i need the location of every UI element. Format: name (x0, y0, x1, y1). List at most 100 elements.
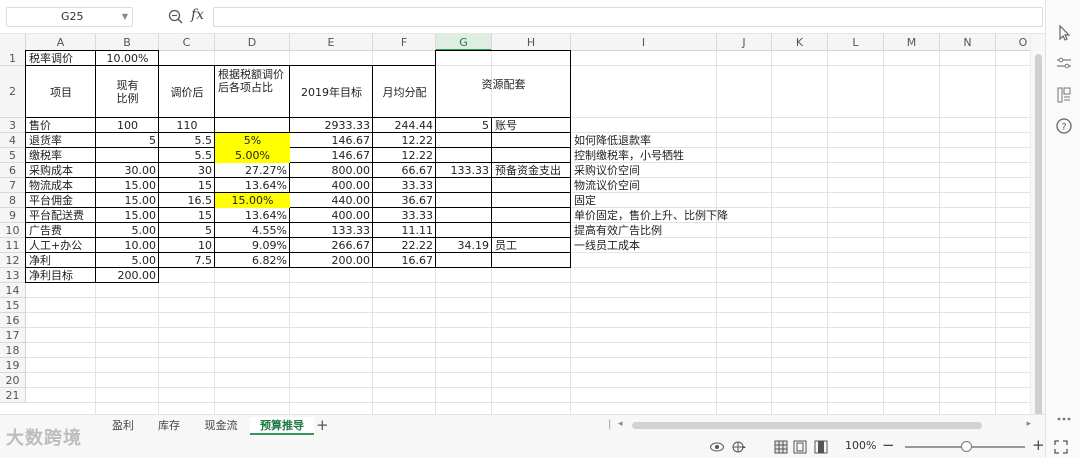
row-header-6[interactable]: 6 (0, 163, 26, 178)
name-box[interactable]: G25 ▼ (6, 7, 133, 27)
row-header-10[interactable]: 10 (0, 223, 26, 238)
fx-icon[interactable]: fx (191, 7, 204, 23)
formula-input[interactable] (213, 7, 1043, 27)
cell-f11[interactable]: 22.22 (373, 238, 436, 253)
cell-d7[interactable]: 13.64% (215, 178, 290, 193)
page-layout-icon[interactable] (792, 439, 808, 455)
scroll-left-arrow-icon[interactable]: ◂ (618, 419, 623, 429)
cell-e7[interactable]: 400.00 (290, 178, 373, 193)
chevron-down-icon[interactable]: ▼ (122, 8, 128, 26)
scroll-right-arrow-icon[interactable]: ▸ (1026, 419, 1031, 429)
column-header-g[interactable]: G (436, 34, 492, 51)
page-break-icon[interactable] (813, 439, 829, 455)
cell-e6[interactable]: 800.00 (290, 163, 373, 178)
zoom-level[interactable]: 100% (845, 439, 876, 452)
cell-a10[interactable]: 广告费 (26, 223, 96, 238)
cell-e4[interactable]: 146.67 (290, 133, 373, 148)
row-header-11[interactable]: 11 (0, 238, 26, 253)
row-header-13[interactable]: 13 (0, 268, 26, 283)
cell-e8[interactable]: 440.00 (290, 193, 373, 208)
layout-center-icon[interactable] (731, 439, 747, 455)
format-icon[interactable] (1055, 86, 1073, 104)
properties-icon[interactable] (1055, 54, 1073, 72)
cell-c12[interactable]: 7.5 (159, 253, 215, 268)
cell-e11[interactable]: 266.67 (290, 238, 373, 253)
row-header-8[interactable]: 8 (0, 193, 26, 208)
zoom-in-icon[interactable]: + (1032, 436, 1045, 454)
cell-e12[interactable]: 200.00 (290, 253, 373, 268)
cell-h11[interactable]: 员工 (492, 238, 571, 253)
tab-budget[interactable]: 预算推导 (250, 417, 314, 435)
cell-g11[interactable]: 34.19 (436, 238, 492, 253)
cell-f5[interactable]: 12.22 (373, 148, 436, 163)
cell-f7[interactable]: 33.33 (373, 178, 436, 193)
column-header-m[interactable]: M (884, 34, 940, 51)
cell-i11[interactable]: 一线员工成本 (571, 238, 717, 253)
cell-f4[interactable]: 12.22 (373, 133, 436, 148)
cell-d8[interactable]: 15.00% (215, 193, 290, 208)
column-header-i[interactable]: I (571, 34, 717, 51)
cell-a6[interactable]: 采购成本 (26, 163, 96, 178)
cell-c2[interactable]: 调价后 (159, 66, 215, 118)
row-header-14[interactable]: 14 (0, 283, 26, 298)
vertical-scroll-thumb[interactable] (1035, 54, 1042, 424)
cell-a5[interactable]: 缴税率 (26, 148, 96, 163)
column-header-d[interactable]: D (215, 34, 290, 51)
cell-b6[interactable]: 30.00 (96, 163, 159, 178)
cell-c3[interactable]: 110 (159, 118, 215, 133)
cell-d6[interactable]: 27.27% (215, 163, 290, 178)
cell-i9[interactable]: 单价固定，售价上升、比例下降 (571, 208, 728, 223)
row-header-16[interactable]: 16 (0, 313, 26, 328)
row-header-7[interactable]: 7 (0, 178, 26, 193)
row-header-20[interactable]: 20 (0, 373, 26, 388)
cell-d5[interactable]: 5.00% (215, 148, 290, 163)
horizontal-scroll-thumb[interactable] (632, 422, 982, 429)
select-all-corner[interactable] (0, 34, 26, 51)
cell-a13[interactable]: 净利目标 (26, 268, 96, 283)
cell-f2[interactable]: 月均分配 (373, 66, 436, 118)
cell-g6[interactable]: 133.33 (436, 163, 492, 178)
column-header-e[interactable]: E (290, 34, 373, 51)
cell-h3[interactable]: 账号 (492, 118, 571, 133)
scroll-left-icon[interactable]: | (608, 419, 611, 430)
cell-e9[interactable]: 400.00 (290, 208, 373, 223)
row-header-5[interactable]: 5 (0, 148, 26, 163)
cell-c5[interactable]: 5.5 (159, 148, 215, 163)
cell-i4[interactable]: 如何降低退款率 (571, 133, 717, 148)
row-header-2[interactable]: 2 (0, 66, 26, 118)
row-header-12[interactable]: 12 (0, 253, 26, 268)
spreadsheet-grid[interactable]: ABCDEFGHIJKLMNO 1 2 3 4 5 6 7 8 9 10 11 12 13 14 15 16 1… (0, 34, 1030, 414)
cell-i6[interactable]: 采购议价空间 (571, 163, 717, 178)
cell-b12[interactable]: 5.00 (96, 253, 159, 268)
column-header-c[interactable]: C (159, 34, 215, 51)
cell-f8[interactable]: 36.67 (373, 193, 436, 208)
select-cursor-icon[interactable] (1055, 24, 1073, 42)
cell-b11[interactable]: 10.00 (96, 238, 159, 253)
fullscreen-icon[interactable] (1053, 439, 1069, 455)
vertical-scrollbar[interactable] (1030, 34, 1045, 424)
cell-a12[interactable]: 净利 (26, 253, 96, 268)
horizontal-scrollbar[interactable]: | ◂ ▸ (608, 419, 1033, 432)
zoom-slider-knob[interactable] (961, 441, 972, 452)
zoom-function-icon[interactable] (167, 8, 185, 26)
cell-i5[interactable]: 控制缴税率，小号牺牲 (571, 148, 717, 163)
cell-a2[interactable]: 项目 (26, 66, 96, 118)
cell-b2[interactable]: 现有 比例 (96, 66, 159, 118)
eye-protection-icon[interactable] (709, 439, 725, 455)
cell-c7[interactable]: 15 (159, 178, 215, 193)
cell-a11[interactable]: 人工+办公 (26, 238, 96, 253)
column-header-a[interactable]: A (26, 34, 96, 51)
cell-area[interactable]: 税率调价 10.00% 项目 现有 比例 调价后 根据税额调价后各项占比 2019年目标 月均… (25, 50, 1030, 414)
zoom-out-icon[interactable]: − (882, 436, 895, 454)
cell-b1[interactable]: 10.00% (96, 51, 159, 66)
row-header-3[interactable]: 3 (0, 118, 26, 133)
cell-d11[interactable]: 9.09% (215, 238, 290, 253)
row-header-9[interactable]: 9 (0, 208, 26, 223)
help-icon[interactable]: ? (1055, 117, 1073, 135)
cell-a8[interactable]: 平台佣金 (26, 193, 96, 208)
column-header-j[interactable]: J (717, 34, 772, 51)
normal-view-icon[interactable] (773, 439, 789, 455)
cell-c11[interactable]: 10 (159, 238, 215, 253)
cell-f10[interactable]: 11.11 (373, 223, 436, 238)
cell-d9[interactable]: 13.64% (215, 208, 290, 223)
